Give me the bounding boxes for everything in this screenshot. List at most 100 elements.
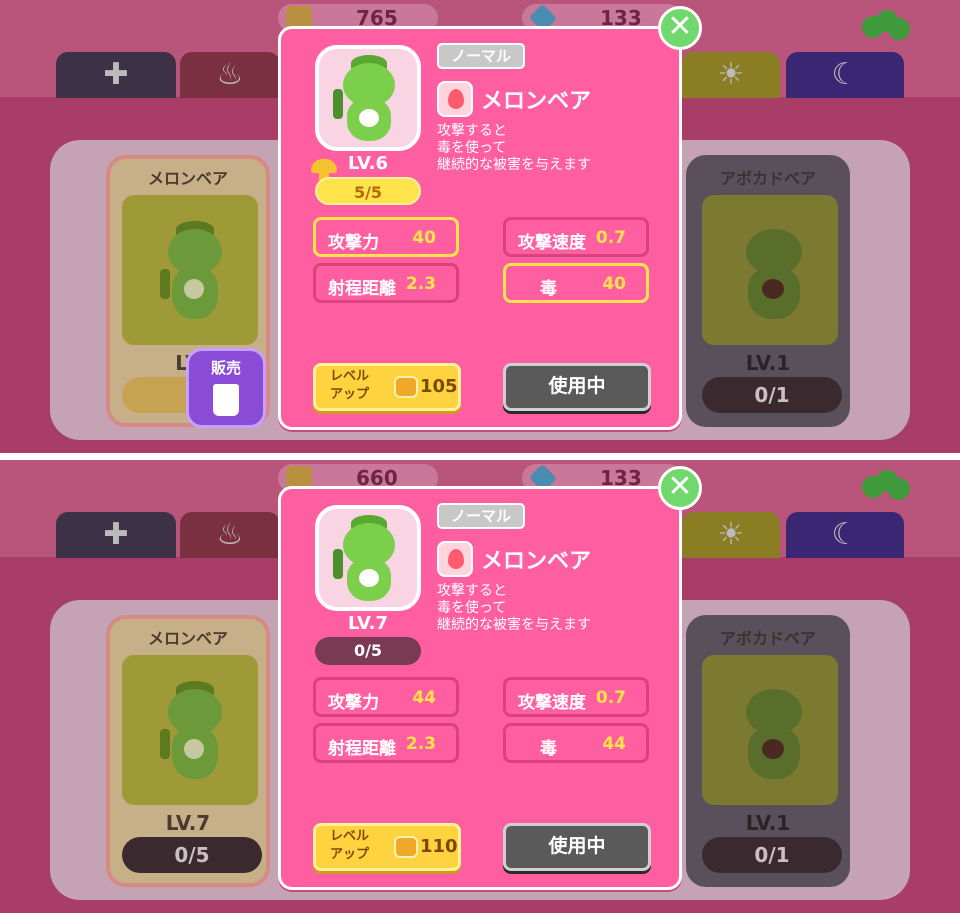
sun-icon: ☀ [717,57,745,92]
trash-icon [213,384,239,416]
card-count: 0/1 [702,837,842,873]
tab-heal[interactable]: ✚ [56,52,176,98]
level-up-cost: 105 [420,376,458,397]
stat-label: 攻撃力 [328,693,379,713]
card-count: 0/1 [702,377,842,413]
stat-value: 40 [412,228,436,248]
stat-label: 毒 [540,279,557,299]
stat-poison: 毒 44 [503,723,649,763]
character-name: メロンベア [481,549,592,574]
plus-icon: ✚ [103,57,129,92]
character-description: 攻撃すると 毒を使って 継続的な被害を与えます [437,583,667,634]
tab-sun[interactable]: ☀ [682,512,780,558]
description-line: 毒を使って [437,140,507,156]
card-name: アボカドベア [719,629,816,648]
sun-icon: ☀ [717,517,745,552]
stat-attack: 攻撃力 40 [313,217,459,257]
card-portrait [702,195,838,345]
menu-icon[interactable] [862,10,910,40]
in-use-button[interactable]: 使用中 [503,823,651,871]
avocado-bear-image [736,221,812,331]
description-line: 毒を使って [437,600,507,616]
sell-button[interactable]: 販売 [186,348,266,428]
card-name: メロンベア [147,629,228,648]
melon-bear-image [333,55,405,145]
coin-icon [394,376,418,398]
stat-range: 射程距離 2.3 [313,263,459,303]
level-up-label: レベル アップ [330,368,369,404]
level-up-button[interactable]: レベル アップ 110 [313,823,461,871]
stat-label: 射程距離 [328,739,396,759]
tab-heal[interactable]: ✚ [56,512,176,558]
character-name: メロンベア [481,89,592,114]
tab-fire[interactable]: ♨ [180,512,280,558]
stat-attack-speed: 攻撃速度 0.7 [503,677,649,717]
stat-value: 2.3 [405,274,436,294]
close-icon[interactable]: ✕ [658,6,702,50]
character-description: 攻撃すると 毒を使って 継続的な被害を与えます [437,123,667,174]
character-level: LV.6 [348,153,388,174]
character-level: LV.7 [348,613,388,634]
stat-label: 毒 [540,739,557,759]
stat-label: 射程距離 [328,279,396,299]
menu-icon[interactable] [862,470,910,500]
card-portrait [122,655,258,805]
description-line: 継続的な被害を与えます [437,157,591,173]
card-name: メロンベア [147,169,228,188]
fire-icon: ♨ [216,517,244,552]
character-card-melon-bear[interactable]: メロンベア LV.7 0/5 [106,615,270,887]
in-use-button[interactable]: 使用中 [503,363,651,411]
rarity-badge: ノーマル [437,503,525,529]
card-level: LV.1 [745,351,791,375]
screen-panel-2: 660 133 ✚ ♨ ☀ ☾ メロンベア LV.7 0/5 アボカドベア LV… [0,460,960,913]
level-up-cost: 110 [420,836,458,857]
melon-bear-image [160,681,230,791]
card-name: アボカドベア [719,169,816,188]
description-line: 継続的な被害を与えます [437,617,591,633]
sell-label: 販売 [210,359,241,377]
plus-icon: ✚ [103,517,129,552]
tab-fire[interactable]: ♨ [180,52,280,98]
fire-icon [437,541,473,577]
coin-icon [394,836,418,858]
avocado-bear-image [736,681,812,791]
card-portrait [122,195,258,345]
stat-value: 44 [602,734,626,754]
character-detail-dialog: LV.6 5/5 ノーマル メロンベア 攻撃すると 毒を使って 継続的な被害を与… [278,26,682,430]
tab-moon[interactable]: ☾ [786,52,904,98]
character-portrait [315,45,421,151]
stat-attack-speed: 攻撃速度 0.7 [503,217,649,257]
stat-value: 0.7 [595,228,626,248]
close-icon[interactable]: ✕ [658,466,702,510]
level-up-label-line: アップ [330,847,370,862]
stat-value: 44 [412,688,436,708]
character-card-avocado-bear[interactable]: アボカドベア LV.1 0/1 [686,155,850,427]
upgrade-progress: 5/5 [315,177,421,205]
upgrade-progress: 0/5 [315,637,421,665]
character-card-avocado-bear[interactable]: アボカドベア LV.1 0/1 [686,615,850,887]
moon-icon: ☾ [831,517,859,552]
stat-poison: 毒 40 [503,263,649,303]
tab-sun[interactable]: ☀ [682,52,780,98]
card-level: LV.1 [745,811,791,835]
level-up-button[interactable]: レベル アップ 105 [313,363,461,411]
stat-label: 攻撃速度 [518,233,586,253]
level-up-label: レベル アップ [330,828,369,864]
card-level: LV.7 [165,811,211,835]
level-up-label-line: アップ [330,387,370,402]
divider [0,453,960,460]
card-portrait [702,655,838,805]
rarity-badge: ノーマル [437,43,525,69]
tab-moon[interactable]: ☾ [786,512,904,558]
stat-label: 攻撃力 [328,233,379,253]
moon-icon: ☾ [831,57,859,92]
melon-bear-image [160,221,230,331]
stat-label: 攻撃速度 [518,693,586,713]
character-detail-dialog: LV.7 0/5 ノーマル メロンベア 攻撃すると 毒を使って 継続的な被害を与… [278,486,682,890]
stat-value: 40 [602,274,626,294]
description-line: 攻撃すると [437,583,507,599]
card-count: 0/5 [122,837,262,873]
stat-value: 2.3 [405,734,436,754]
screen-panel-1: 765 133 ✚ ♨ ☀ ☾ メロンベア LV 5 販売 アボカドベア [0,0,960,453]
fire-icon: ♨ [216,57,244,92]
